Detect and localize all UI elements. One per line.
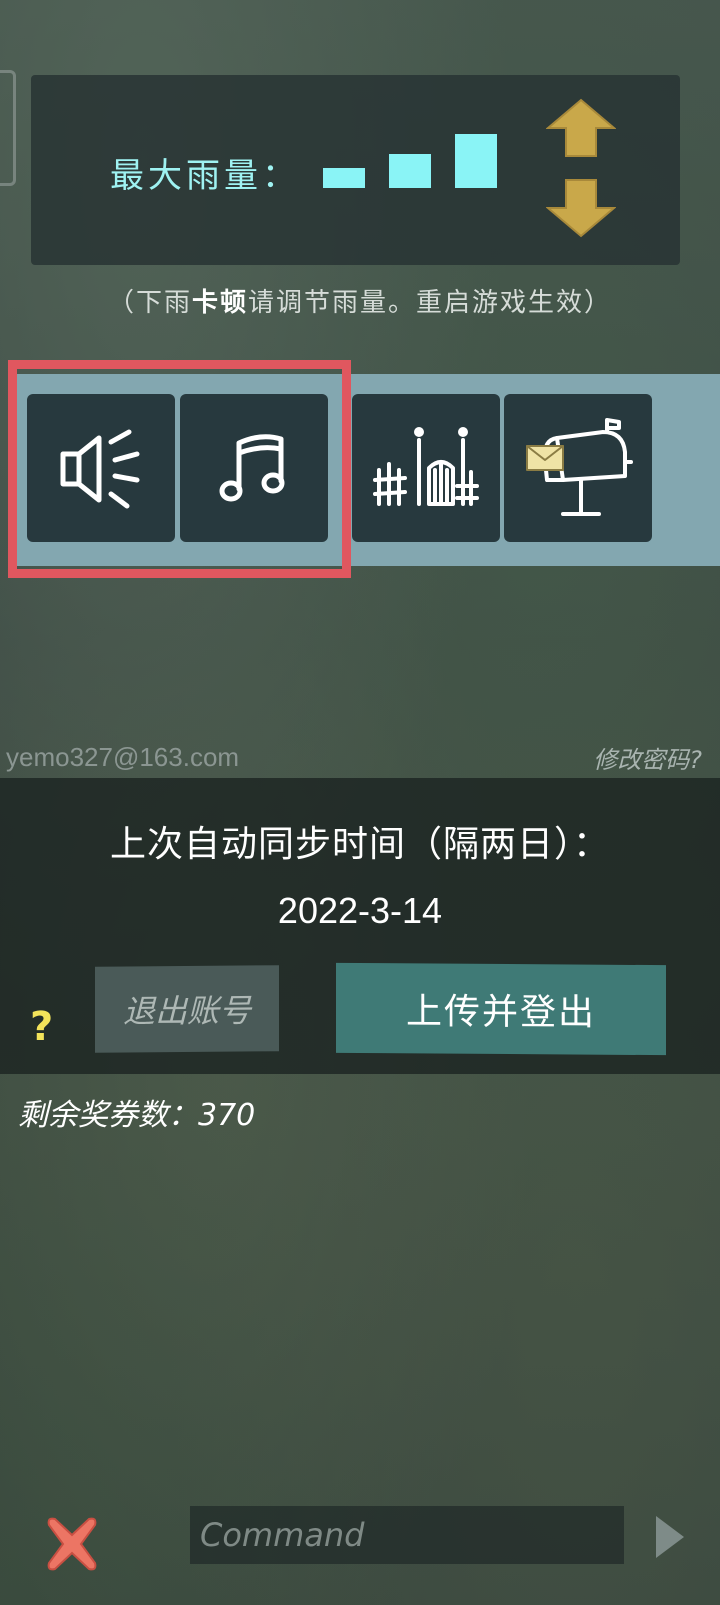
rain-level-bar-3 [455, 134, 497, 188]
upload-and-logout-button[interactable]: 上传并登出 [336, 962, 666, 1056]
sync-time-title: 上次自动同步时间（隔两日）： [109, 824, 610, 865]
fence-gate-icon [373, 427, 479, 506]
close-button[interactable] [36, 1508, 108, 1580]
change-password-link[interactable]: 修改密码? [593, 740, 702, 775]
rain-increase-arrow-icon[interactable] [546, 98, 616, 160]
sync-date: 2022-3-14 [277, 890, 443, 931]
close-icon [47, 1517, 97, 1571]
hint-suffix: 请调节雨量。重启游戏生效） [248, 288, 613, 318]
rain-level-bar-2 [389, 154, 431, 188]
mailbox-button[interactable] [504, 394, 652, 542]
hint-emphasis: 卡顿 [191, 288, 248, 318]
side-frame-decoration [0, 70, 16, 186]
highlight-frame [8, 360, 351, 578]
mailbox-icon [526, 418, 633, 516]
account-email: yemo327@163.com [6, 742, 240, 772]
remaining-tickets: 剩余奖券数：370 [18, 1098, 256, 1133]
logout-button[interactable]: 退出账号 [95, 965, 279, 1053]
rain-max-label: 最大雨量： [110, 156, 300, 196]
help-question-mark[interactable]: ? [30, 1004, 53, 1050]
garden-fence-button[interactable] [352, 394, 500, 542]
rain-decrease-arrow-icon[interactable] [546, 176, 616, 238]
play-arrow-icon[interactable] [652, 1512, 688, 1562]
hint-prefix: （下雨 [107, 288, 192, 318]
command-input[interactable] [190, 1506, 624, 1564]
rain-hint-text: （下雨卡顿请调节雨量。重启游戏生效） [0, 282, 720, 319]
rain-level-bar-1 [323, 168, 365, 188]
